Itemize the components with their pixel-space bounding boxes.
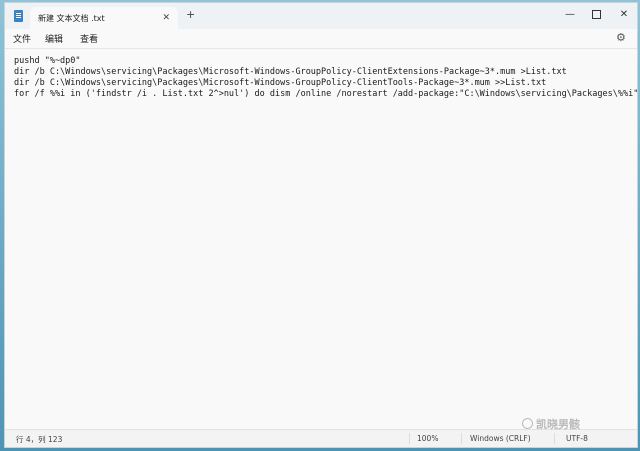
menu-bar: 文件 编辑 查看 ⚙ xyxy=(5,29,637,49)
settings-gear-icon[interactable]: ⚙ xyxy=(616,31,626,44)
maximize-button[interactable] xyxy=(583,5,609,23)
editor-line: for /f %%i in ('findstr /i . List.txt 2^… xyxy=(14,89,638,99)
encoding[interactable]: UTF-8 xyxy=(566,434,588,443)
text-editor-area[interactable]: pushd "%~dp0" dir /b C:\Windows\servicin… xyxy=(5,49,637,431)
maximize-icon xyxy=(591,9,601,19)
zoom-level[interactable]: 100% xyxy=(417,434,438,443)
watermark: 凯晓男骸 xyxy=(522,416,580,432)
watermark-text: 凯晓男骸 xyxy=(536,418,580,431)
editor-line: dir /b C:\Windows\servicing\Packages\Mic… xyxy=(14,67,567,77)
cursor-position: 行 4，列 123 xyxy=(16,435,63,444)
title-bar: 新建 文本文档 .txt ✕ + — ✕ xyxy=(5,3,637,29)
editor-line: dir /b C:\Windows\servicing\Packages\Mic… xyxy=(14,78,547,88)
tab-title: 新建 文本文档 .txt xyxy=(38,13,105,23)
watermark-icon xyxy=(522,418,533,429)
menu-edit[interactable]: 编辑 xyxy=(45,32,63,45)
minimize-button[interactable]: — xyxy=(557,5,583,23)
close-tab-icon[interactable]: ✕ xyxy=(162,12,170,24)
menu-view[interactable]: 查看 xyxy=(80,32,98,45)
tab-document[interactable]: 新建 文本文档 .txt ✕ xyxy=(30,7,178,29)
close-window-button[interactable]: ✕ xyxy=(611,5,637,23)
menu-file[interactable]: 文件 xyxy=(13,32,31,45)
notepad-app-icon xyxy=(14,10,23,22)
status-divider xyxy=(409,433,410,444)
notepad-window: 新建 文本文档 .txt ✕ + — ✕ 文件 编辑 查看 ⚙ pushd "%… xyxy=(4,2,638,448)
status-divider xyxy=(554,433,555,444)
editor-line: pushd "%~dp0" xyxy=(14,56,81,66)
line-ending[interactable]: Windows (CRLF) xyxy=(470,434,531,443)
status-divider xyxy=(461,433,462,444)
new-tab-button[interactable]: + xyxy=(186,8,195,22)
